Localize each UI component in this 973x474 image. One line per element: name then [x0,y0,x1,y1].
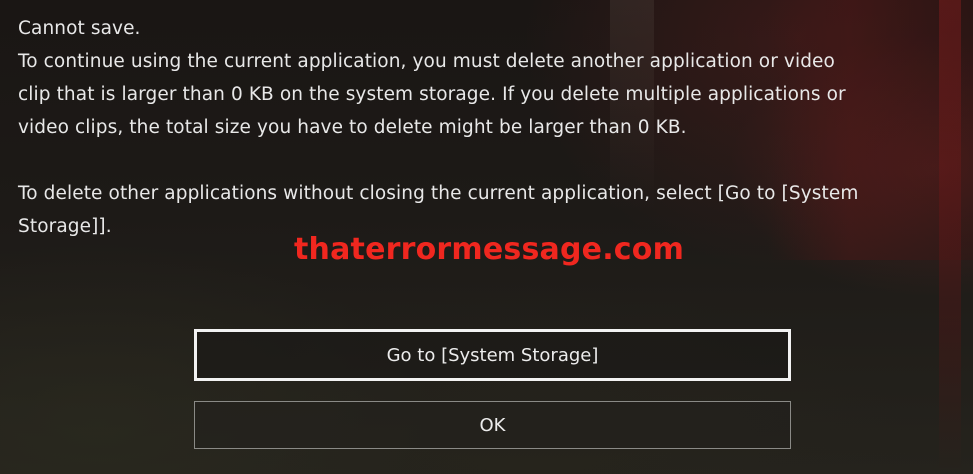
cannot-save-dialog: Cannot save. To continue using the curre… [0,0,973,474]
message-line-1: To continue using the current applicatio… [18,51,835,72]
message-line-3: video clips, the total size you have to … [18,117,687,138]
go-to-system-storage-label: Go to [System Storage] [386,344,599,366]
go-to-system-storage-button[interactable]: Go to [System Storage] [194,329,791,381]
dialog-title: Cannot save. [18,18,141,39]
watermark-text: thaterrormessage.com [294,232,685,267]
message-line-2: clip that is larger than 0 KB on the sys… [18,84,846,105]
ok-label: OK [479,414,506,436]
message-line-4: To delete other applications without clo… [18,183,859,204]
dialog-message: Cannot save. To continue using the curre… [18,12,958,243]
ok-button[interactable]: OK [194,401,791,449]
